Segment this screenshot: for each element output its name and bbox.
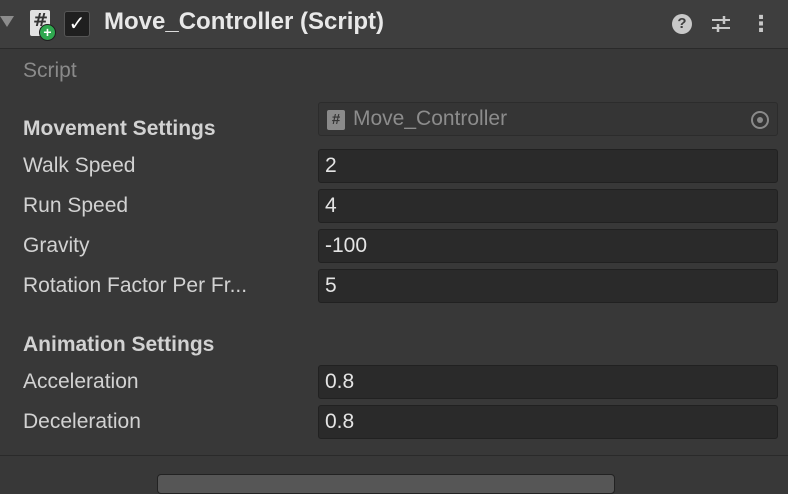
acceleration-label: Acceleration: [23, 370, 139, 393]
component-divider: [0, 455, 788, 456]
script-object-field: # Move_Controller: [318, 102, 778, 136]
script-label: Script: [23, 59, 77, 82]
rotation-factor-field[interactable]: 5: [318, 269, 778, 303]
animation-settings-header: Animation Settings: [23, 333, 215, 356]
deceleration-label: Deceleration: [23, 410, 141, 433]
script-row: Script: [0, 53, 788, 89]
component-header[interactable]: # + ✓ Move_Controller (Script) ? ⋮: [0, 0, 788, 49]
component-enabled-checkbox[interactable]: ✓: [64, 11, 90, 37]
gravity-field[interactable]: -100: [318, 229, 778, 263]
add-component-button[interactable]: [157, 474, 615, 494]
rotation-factor-label: Rotation Factor Per Fr...: [23, 274, 248, 297]
walk-speed-label: Walk Speed: [23, 154, 136, 177]
script-object-value: Move_Controller: [353, 107, 508, 130]
acceleration-field[interactable]: 0.8: [318, 365, 778, 399]
run-speed-field[interactable]: 4: [318, 189, 778, 223]
object-picker-icon[interactable]: [751, 111, 769, 129]
presets-icon[interactable]: [709, 12, 733, 36]
run-speed-label: Run Speed: [23, 194, 129, 217]
context-menu-icon[interactable]: ⋮: [749, 12, 773, 36]
help-icon[interactable]: ?: [670, 12, 694, 36]
script-hash-icon: #: [327, 110, 345, 130]
deceleration-field[interactable]: 0.8: [318, 405, 778, 439]
walk-speed-field[interactable]: 2: [318, 149, 778, 183]
foldout-arrow-icon[interactable]: [0, 16, 14, 27]
gravity-label: Gravity: [23, 234, 90, 257]
script-file-icon: # +: [30, 10, 56, 41]
component-title: Move_Controller (Script): [104, 8, 385, 35]
movement-settings-header: Movement Settings: [23, 117, 216, 140]
